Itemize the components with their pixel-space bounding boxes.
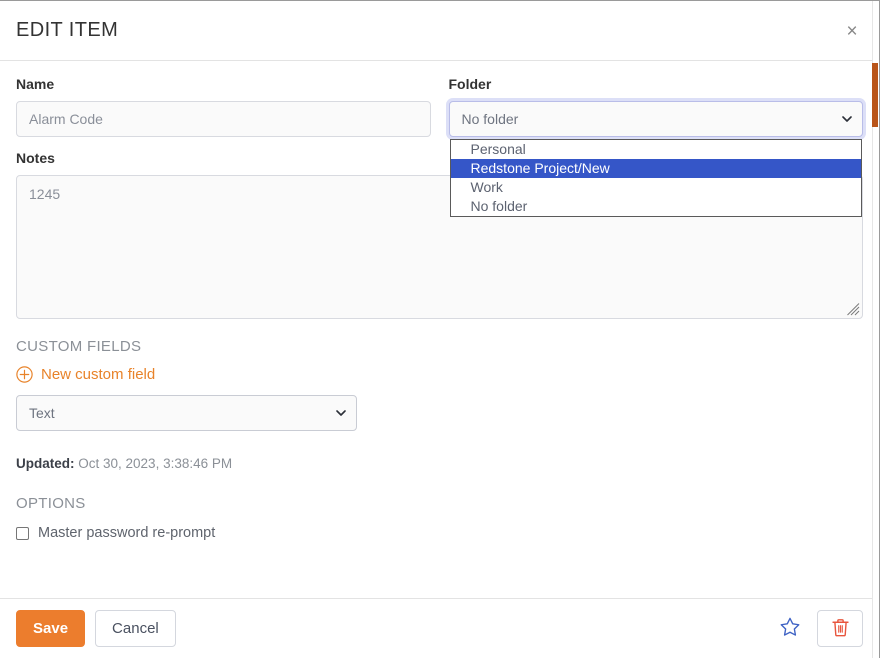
- folder-field-group: Folder No folder Personal Redstone Projec…: [448, 75, 863, 217]
- folder-options-list[interactable]: Personal Redstone Project/New Work No folde…: [449, 139, 862, 217]
- modal-footer: Save Cancel: [0, 598, 879, 658]
- updated-timestamp: Updated: Oct 30, 2023, 3:38:46 PM: [16, 456, 863, 471]
- modal-body: Name Folder No folder PersonalRedstone P…: [0, 61, 879, 541]
- folder-option[interactable]: Work: [451, 178, 861, 197]
- edit-item-modal: EDIT ITEM × Name Folder No folder: [0, 0, 880, 658]
- options-section: OPTIONS Master password re-prompt: [16, 495, 863, 541]
- master-password-reprompt-checkbox[interactable]: [16, 526, 29, 540]
- star-icon: [779, 616, 801, 641]
- trash-icon: [830, 617, 851, 641]
- custom-fields-heading: CUSTOM FIELDS: [16, 338, 142, 355]
- folder-select-wrap: No folder Personal Redstone Project/New Wo…: [448, 101, 863, 217]
- favorite-button[interactable]: [777, 616, 803, 642]
- save-button[interactable]: Save: [16, 610, 86, 647]
- delete-button[interactable]: [817, 610, 863, 647]
- chevron-down-icon: [842, 116, 852, 125]
- close-icon[interactable]: ×: [839, 18, 865, 44]
- folder-option[interactable]: Redstone Project/New: [450, 159, 861, 178]
- name-field-group: Name: [16, 75, 431, 137]
- new-custom-field-label: New custom field: [41, 366, 156, 383]
- new-custom-field-button[interactable]: New custom field: [16, 366, 155, 383]
- cancel-button[interactable]: Cancel: [95, 610, 176, 647]
- chevron-down-icon: [336, 410, 346, 419]
- plus-circle-icon: [16, 366, 33, 383]
- name-folder-row: Name Folder No folder PersonalRedstone P…: [16, 75, 863, 217]
- options-heading: OPTIONS: [16, 495, 86, 512]
- updated-label: Updated:: [16, 456, 75, 471]
- folder-select[interactable]: No folder: [448, 101, 863, 137]
- folder-option[interactable]: No folder: [451, 197, 861, 216]
- custom-field-type-select[interactable]: Text: [16, 395, 357, 431]
- name-label: Name: [16, 76, 55, 92]
- page-scrollbar-track[interactable]: [872, 1, 879, 658]
- name-input[interactable]: [16, 101, 431, 137]
- folder-option[interactable]: Personal: [451, 140, 861, 159]
- master-password-reprompt-row[interactable]: Master password re-prompt: [16, 525, 863, 541]
- modal-header: EDIT ITEM ×: [0, 1, 879, 61]
- page-title: EDIT ITEM: [16, 19, 119, 41]
- master-password-reprompt-label: Master password re-prompt: [38, 525, 216, 541]
- folder-label: Folder: [448, 76, 492, 92]
- custom-field-type-value: Text: [29, 405, 55, 421]
- footer-actions: [777, 610, 863, 647]
- page-scrollbar-thumb[interactable]: [872, 63, 878, 127]
- folder-select-value: No folder: [461, 111, 519, 127]
- custom-fields-section: CUSTOM FIELDS New custom field Text: [16, 338, 863, 431]
- updated-value: Oct 30, 2023, 3:38:46 PM: [78, 456, 233, 471]
- custom-field-type-wrap: Text: [16, 395, 357, 431]
